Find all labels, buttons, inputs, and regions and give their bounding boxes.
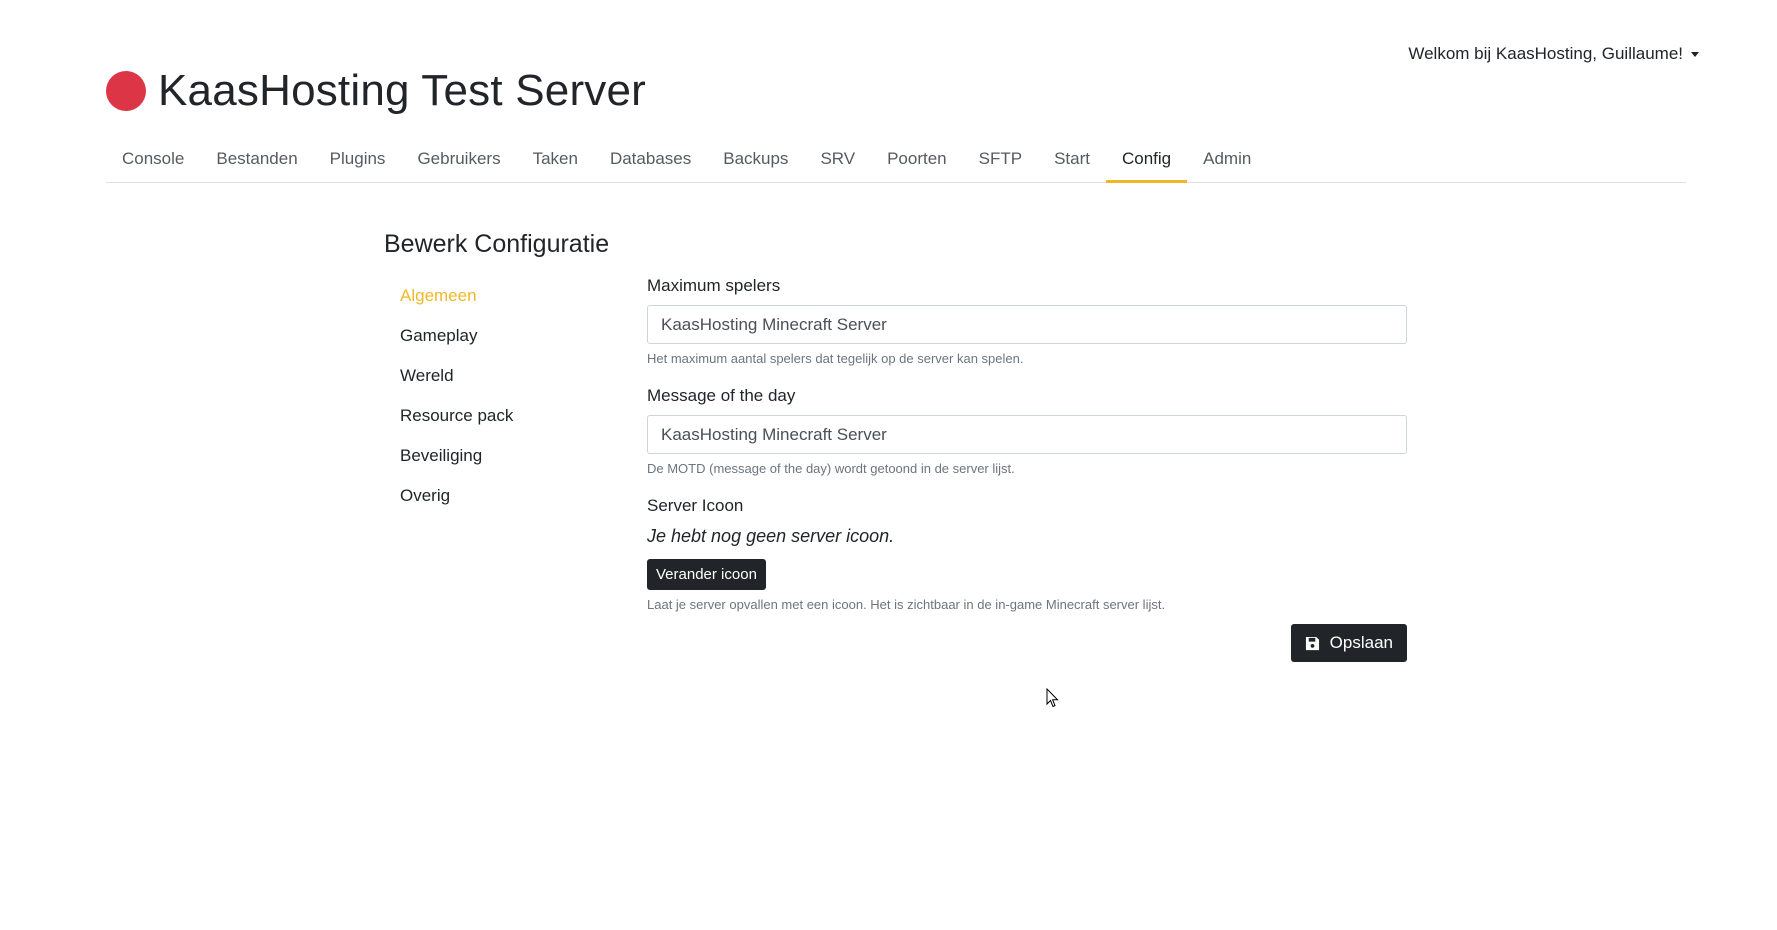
tab-config[interactable]: Config	[1106, 140, 1188, 183]
change-icon-button[interactable]: Verander icoon	[647, 559, 766, 590]
side-nav-beveiliging[interactable]: Beveiliging	[400, 444, 513, 484]
side-nav-resource-pack[interactable]: Resource pack	[400, 404, 513, 444]
side-nav-gameplay[interactable]: Gameplay	[400, 324, 513, 364]
tab-poorten[interactable]: Poorten	[871, 140, 963, 183]
page-title-server: KaasHosting Test Server	[158, 66, 647, 115]
user-menu-dropdown[interactable]: Welkom bij KaasHosting, Guillaume!	[1408, 44, 1699, 64]
motd-input[interactable]	[647, 415, 1407, 454]
server-icon-label: Server Icoon	[647, 496, 744, 515]
server-status-icon	[106, 71, 146, 111]
no-server-icon-text: Je hebt nog geen server icoon.	[647, 526, 895, 546]
tab-gebruikers[interactable]: Gebruikers	[401, 140, 516, 183]
save-button-label: Opslaan	[1329, 633, 1393, 652]
tab-sftp[interactable]: SFTP	[963, 140, 1038, 183]
server-header: KaasHosting Test Server	[106, 66, 646, 116]
max-players-help: Het maximum aantal spelers dat tegelijk …	[647, 351, 1024, 366]
motd-label: Message of the day	[647, 386, 796, 405]
user-menu-label: Welkom bij KaasHosting, Guillaume!	[1408, 44, 1683, 63]
server-icon-help: Laat je server opvallen met een icoon. H…	[647, 597, 1166, 612]
tab-taken[interactable]: Taken	[517, 140, 594, 183]
tab-plugins[interactable]: Plugins	[314, 140, 402, 183]
save-button[interactable]: Opslaan	[1290, 624, 1407, 662]
tab-srv[interactable]: SRV	[804, 140, 871, 183]
side-nav-algemeen[interactable]: Algemeen	[400, 284, 513, 324]
server-icon-group: Server Icoon Je hebt nog geen server ico…	[647, 496, 1407, 612]
max-players-group: Maximum spelers Het maximum aantal spele…	[647, 276, 1407, 366]
tab-admin[interactable]: Admin	[1187, 140, 1267, 183]
max-players-label: Maximum spelers	[647, 276, 781, 295]
mouse-cursor-icon	[1046, 688, 1059, 708]
server-tabs: Console Bestanden Plugins Gebruikers Tak…	[106, 140, 1686, 183]
tab-start[interactable]: Start	[1038, 140, 1106, 183]
save-icon	[1305, 636, 1319, 650]
config-form: Maximum spelers Het maximum aantal spele…	[647, 276, 1407, 662]
tab-bestanden[interactable]: Bestanden	[200, 140, 313, 183]
max-players-input[interactable]	[647, 305, 1407, 344]
caret-down-icon	[1691, 51, 1699, 57]
section-title: Bewerk Configuratie	[384, 230, 610, 258]
tab-console[interactable]: Console	[106, 140, 200, 183]
side-nav-wereld[interactable]: Wereld	[400, 364, 513, 404]
tab-backups[interactable]: Backups	[707, 140, 804, 183]
motd-group: Message of the day De MOTD (message of t…	[647, 386, 1407, 476]
motd-help: De MOTD (message of the day) wordt getoo…	[647, 461, 1015, 476]
side-nav-overig[interactable]: Overig	[400, 484, 513, 524]
config-side-nav: Algemeen Gameplay Wereld Resource pack B…	[400, 284, 513, 524]
save-row: Opslaan	[647, 624, 1407, 662]
tab-databases[interactable]: Databases	[594, 140, 707, 183]
